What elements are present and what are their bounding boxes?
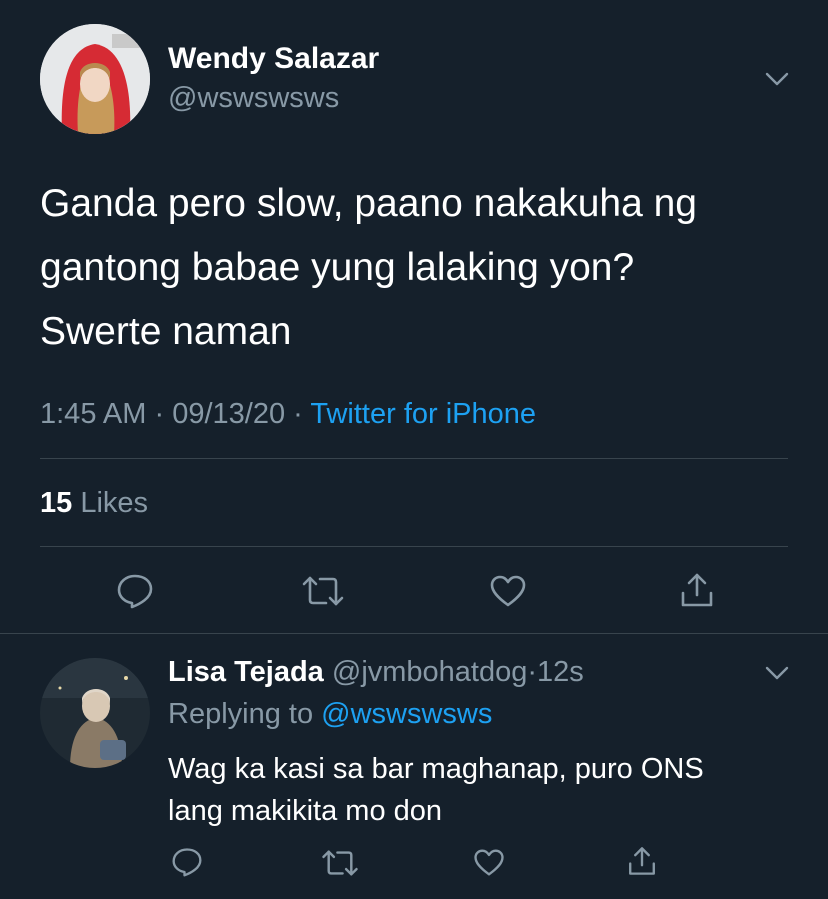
reply-author-handle[interactable]: @jvmbohatdog	[332, 656, 528, 688]
share-icon[interactable]	[678, 571, 716, 609]
heart-icon[interactable]	[473, 848, 505, 877]
retweet-icon[interactable]	[300, 574, 346, 608]
retweet-icon[interactable]	[320, 848, 360, 878]
reply-header: Lisa Tejada @jvmbohatdog·12s	[168, 656, 584, 689]
chevron-down-icon[interactable]	[765, 666, 789, 680]
replying-to-label: Replying to	[168, 698, 314, 730]
tweet-text-line: Swerte naman	[40, 310, 292, 353]
tweet-author-handle[interactable]: @wswswsws	[168, 82, 339, 115]
meta-separator: ·	[154, 398, 165, 430]
replying-to: Replying to @wswswsws	[168, 698, 492, 731]
likes-count: 15	[40, 487, 73, 519]
tweet-source-link[interactable]: Twitter for iPhone	[310, 398, 536, 430]
heart-icon[interactable]	[489, 574, 527, 608]
comment-icon[interactable]	[171, 847, 203, 877]
reply-text-line: Wag ka kasi sa bar maghanap, puro ONS	[168, 753, 704, 785]
tweet-text-line: Ganda pero slow, paano nakakuha ng	[40, 182, 698, 225]
meta-separator: ·	[527, 656, 538, 688]
share-icon[interactable]	[626, 845, 658, 877]
tweet-text-line: gantong babae yung lalaking yon?	[40, 246, 635, 289]
tweet-time: 1:45 AM	[40, 398, 147, 430]
divider	[40, 458, 788, 459]
divider	[40, 546, 788, 547]
reply-text: Wag ka kasi sa bar maghanap, puro ONS la…	[168, 748, 704, 832]
lisa-avatar[interactable]	[40, 658, 150, 768]
tweet-author-name[interactable]: Wendy Salazar	[168, 42, 379, 76]
reply-text-line: lang makikita mo don	[168, 795, 443, 827]
likes-summary[interactable]: 15 Likes	[40, 487, 148, 520]
tweet-text: Ganda pero slow, paano nakakuha ng ganto…	[40, 172, 697, 364]
comment-icon[interactable]	[116, 573, 154, 609]
tweet-meta: 1:45 AM · 09/13/20 · Twitter for iPhone	[40, 398, 536, 431]
replying-to-handle-link[interactable]: @wswswsws	[321, 698, 492, 730]
likes-label: Likes	[80, 487, 149, 519]
tweet-date: 09/13/20	[172, 398, 286, 430]
chevron-down-icon[interactable]	[765, 72, 789, 86]
meta-separator: ·	[293, 398, 303, 430]
reply-author-name[interactable]: Lisa Tejada	[168, 656, 324, 688]
wendy-avatar[interactable]	[40, 24, 150, 134]
section-divider	[0, 633, 828, 634]
reply-timestamp[interactable]: 12s	[537, 656, 584, 688]
